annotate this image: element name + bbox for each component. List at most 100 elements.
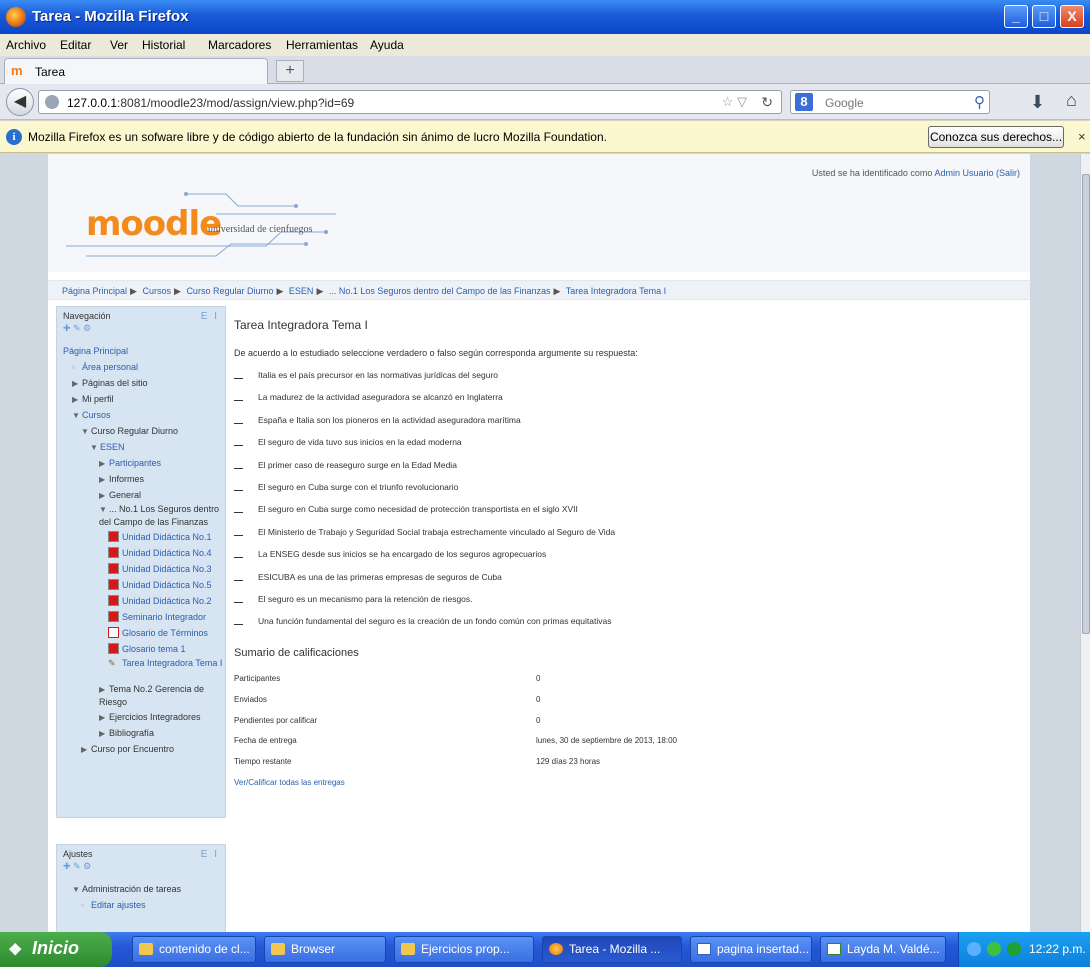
tree-item-unidad-didactica-no-4[interactable]: Unidad Didáctica No.4 [63, 545, 225, 561]
breadcrumb-item[interactable]: Curso Regular Diurno [186, 286, 273, 296]
breadcrumb-item[interactable]: Tarea Integradora Tema I [566, 286, 666, 296]
answer-blank[interactable] [234, 445, 243, 447]
tree-item-editar-ajustes[interactable]: ▫ Editar ajustes [63, 897, 225, 913]
site-identity-icon[interactable] [45, 95, 59, 109]
bookmark-star-icon[interactable]: ☆ ▽ [722, 94, 747, 110]
menu-herramientas[interactable]: Herramientas [286, 38, 358, 52]
breadcrumb-item[interactable]: ... No.1 Los Seguros dentro del Campo de… [329, 286, 551, 296]
answer-blank[interactable] [234, 579, 243, 581]
view-grade-all-link[interactable]: Ver/Calificar todas las entregas [234, 778, 345, 787]
menu-editar[interactable]: Editar [60, 38, 91, 52]
expand-arrow-icon: ▶ [72, 379, 79, 388]
answer-blank[interactable] [234, 601, 243, 603]
breadcrumb-item[interactable]: ESEN [289, 286, 314, 296]
breadcrumb-item[interactable]: Cursos [142, 286, 171, 296]
question-text: España e Italia son los pioneros en la a… [258, 414, 521, 425]
menu-archivo[interactable]: Archivo [6, 38, 46, 52]
close-button[interactable]: X [1060, 5, 1084, 28]
answer-blank[interactable] [234, 422, 243, 424]
menu-ver[interactable]: Ver [110, 38, 128, 52]
expand-arrow-icon: ▶ [99, 491, 106, 500]
menu-bar: Archivo Editar Ver Historial Marcadores … [0, 34, 1090, 56]
block-dock-icons[interactable]: E I [201, 311, 219, 322]
tree-item-cursos[interactable]: ▼ Cursos [63, 407, 225, 423]
tray-arrow-icon[interactable] [967, 942, 981, 956]
moodle-logo[interactable]: moodle universidad de cienfuegos [66, 184, 366, 274]
tree-item-curso-por-encuentro[interactable]: ▶ Curso por Encuentro [63, 741, 225, 757]
answer-blank[interactable] [234, 557, 243, 559]
login-info: Usted se ha identificado como Admin Usua… [811, 168, 1020, 178]
tree-item-mi-perfil[interactable]: ▶ Mi perfil [63, 391, 225, 407]
question-text: El seguro es un mecanismo para la retenc… [258, 593, 473, 604]
new-tab-button[interactable]: + [276, 60, 304, 82]
tree-item-glosario-de-terminos[interactable]: Glosario de Términos [63, 625, 225, 641]
taskbar-button-tarea-mozilla[interactable]: Tarea - Mozilla ... [542, 936, 682, 963]
tree-item-administracion-de-tareas[interactable]: ▼ Administración de tareas [63, 881, 225, 897]
taskbar-button-layda-m-valde[interactable]: Layda M. Valdé... [820, 936, 946, 963]
download-icon[interactable]: ⬇ [1030, 92, 1045, 113]
block-dock-icons[interactable]: E I [201, 849, 219, 860]
tree-item-tema-no-2-gerencia-de-riesgo[interactable]: ▶ Tema No.2 Gerencia de Riesgo [63, 683, 225, 709]
reload-icon[interactable]: ↻ [761, 94, 773, 111]
taskbar-button-browser[interactable]: Browser [264, 936, 386, 963]
vertical-scrollbar[interactable] [1080, 154, 1090, 932]
menu-historial[interactable]: Historial [142, 38, 185, 52]
tree-item-label: General [109, 490, 142, 500]
search-bar[interactable]: 8 Google ⚲ [790, 90, 990, 114]
tree-item-informes[interactable]: ▶ Informes [63, 471, 225, 487]
tree-item-unidad-didactica-no-2[interactable]: Unidad Didáctica No.2 [63, 593, 225, 609]
menu-marcadores[interactable]: Marcadores [208, 38, 271, 52]
tray-network-icon[interactable] [987, 942, 1001, 956]
summary-value: lunes, 30 de septiembre de 2013, 18:00 [536, 736, 677, 746]
tree-item-paginas-del-sitio[interactable]: ▶ Páginas del sitio [63, 375, 225, 391]
tree-item-unidad-didactica-no-5[interactable]: Unidad Didáctica No.5 [63, 577, 225, 593]
url-bar[interactable]: 127.0.0.1:8081/moodle23/mod/assign/view.… [38, 90, 782, 114]
taskbar-button-contenido-de-cl[interactable]: contenido de cl... [132, 936, 256, 963]
answer-blank[interactable] [234, 489, 243, 491]
tab-tarea[interactable]: m Tarea [4, 58, 268, 84]
tree-item-participantes[interactable]: ▶ Participantes [63, 455, 225, 471]
tree-item-esen[interactable]: ▼ ESEN [63, 439, 225, 455]
block-action-icons[interactable]: ✚ ✎ ⚙ [63, 861, 91, 872]
tree-item-unidad-didactica-no-1[interactable]: Unidad Didáctica No.1 [63, 529, 225, 545]
taskbar-button-pagina-insertad[interactable]: pagina insertad... [690, 936, 812, 963]
search-icon[interactable]: ⚲ [974, 93, 985, 111]
pdf-file-icon [108, 563, 119, 574]
block-action-icons[interactable]: ✚ ✎ ⚙ [63, 323, 91, 334]
scrollbar-thumb[interactable] [1082, 174, 1090, 634]
maximize-button[interactable]: □ [1032, 5, 1056, 28]
answer-blank[interactable] [234, 378, 243, 379]
tree-item-pagina-principal[interactable]: Página Principal [63, 343, 225, 359]
pdf-file-icon [108, 611, 119, 622]
tree-item-unidad-didactica-no-3[interactable]: Unidad Didáctica No.3 [63, 561, 225, 577]
search-engine-icon[interactable]: 8 [795, 93, 813, 111]
tray-app-icon[interactable] [1007, 942, 1021, 956]
breadcrumb-item[interactable]: Página Principal [62, 286, 127, 296]
user-profile-link[interactable]: Admin Usuario [934, 168, 993, 178]
tree-item-bibliografia[interactable]: ▶ Bibliografía [63, 725, 225, 741]
answer-blank[interactable] [234, 400, 243, 402]
tree-item-curso-regular-diurno[interactable]: ▼ Curso Regular Diurno [63, 423, 225, 439]
tree-item-seminario-integrador[interactable]: Seminario Integrador [63, 609, 225, 625]
start-button[interactable]: ❖ Inicio [0, 932, 112, 967]
answer-blank[interactable] [234, 624, 243, 626]
know-your-rights-button[interactable]: Conozca sus derechos... [928, 126, 1064, 148]
menu-ayuda[interactable]: Ayuda [370, 38, 404, 52]
windows-flag-icon: ❖ [8, 942, 23, 959]
home-icon[interactable]: ⌂ [1066, 90, 1077, 111]
answer-blank[interactable] [234, 534, 243, 536]
tree-item-no-1-los-seguros-dentro-del-campo-de-las[interactable]: ▼... No.1 Los Seguros dentro del Campo d… [63, 503, 225, 529]
tree-item-label: Bibliografía [109, 728, 155, 738]
taskbar-button-ejercicios-prop[interactable]: Ejercicios prop... [394, 936, 534, 963]
tree-item-ejercicios-integradores[interactable]: ▶ Ejercicios Integradores [63, 709, 225, 725]
back-button[interactable]: ◀ [6, 88, 34, 116]
minimize-button[interactable]: _ [1004, 5, 1028, 28]
notification-close-icon[interactable]: × [1078, 129, 1086, 144]
tree-item-glosario-tema-1[interactable]: Glosario tema 1 [63, 641, 225, 657]
tree-item-area-personal[interactable]: ▫ Área personal [63, 359, 225, 375]
logout-link[interactable]: (Salir) [996, 168, 1020, 178]
answer-blank[interactable] [234, 467, 243, 469]
tree-item-general[interactable]: ▶ General [63, 487, 225, 503]
tree-item-tarea-integradora-tema-i[interactable]: ✎ Tarea Integradora Tema I [63, 657, 225, 683]
answer-blank[interactable] [234, 512, 243, 514]
